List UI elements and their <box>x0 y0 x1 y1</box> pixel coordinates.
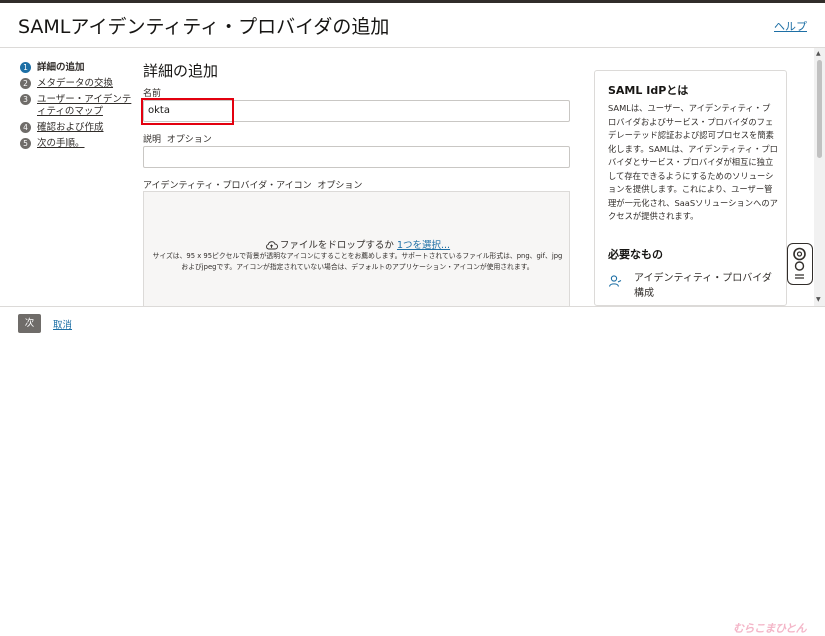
optional-tag: オプション <box>166 135 212 145</box>
description-label-text: 説明 <box>143 135 162 145</box>
step-navigator: 1 詳細の追加 2 メタデータの交換 3 ユーザー・アイデンティティのマップ 4… <box>20 62 135 154</box>
user-icon <box>608 274 622 293</box>
step-label: メタデータの交換 <box>37 78 114 89</box>
support-widget-icon[interactable] <box>787 243 813 285</box>
step-number: 3 <box>20 94 31 105</box>
scrollbar-thumb[interactable] <box>817 60 822 158</box>
description-input[interactable] <box>143 146 570 168</box>
step-label: ユーザー・アイデンティティのマップ <box>37 94 132 117</box>
step-review-create[interactable]: 4 確認および作成 <box>20 122 135 134</box>
step-label: 詳細の追加 <box>37 62 85 73</box>
page-header: SAMLアイデンティティ・プロバイダの追加 ヘルプ <box>0 3 825 48</box>
info-panel-title: SAML IdPとは <box>608 84 689 97</box>
info-panel-body: SAMLは、ユーザー、アイデンティティ・プロバイダおよびサービス・プロバイダのフ… <box>608 103 778 221</box>
drop-text: ファイルをドロップするか <box>279 240 394 251</box>
details-form: 詳細の追加 名前 okta 説明 オプション アイデンティティ・プロバイダ・アイ… <box>143 60 573 311</box>
drop-note: サイズは、95 x 95ピクセルで背景が透明なアイコンにすることをお薦めします。… <box>148 251 567 273</box>
step-number: 5 <box>20 138 31 149</box>
icon-label: アイデンティティ・プロバイダ・アイコン オプション <box>143 178 362 191</box>
footer-bar: 次 取消 むらこまひとん <box>0 306 825 635</box>
needs-item-text: アイデンティティ・プロバイダ構成 <box>634 273 772 299</box>
needs-title: 必要なもの <box>608 248 663 261</box>
annotation-highlight-box <box>141 98 234 125</box>
step-next-steps[interactable]: 5 次の手順。 <box>20 138 135 150</box>
section-heading: 詳細の追加 <box>143 62 219 80</box>
help-link[interactable]: ヘルプ <box>774 18 807 34</box>
step-number: 1 <box>20 62 31 73</box>
step-label: 次の手順。 <box>37 138 85 149</box>
description-label: 説明 オプション <box>143 132 212 145</box>
page-scrollbar[interactable]: ▲ ▼ <box>814 48 825 306</box>
icon-drop-zone[interactable]: ファイルをドロップするか 1つを選択... サイズは、95 x 95ピクセルで背… <box>143 191 570 311</box>
next-button[interactable]: 次 <box>18 314 41 333</box>
scroll-up-arrow-icon[interactable]: ▲ <box>816 50 821 57</box>
step-add-details[interactable]: 1 詳細の追加 <box>20 62 135 74</box>
icon-label-text: アイデンティティ・プロバイダ・アイコン <box>143 181 312 191</box>
watermark-logo: むらこまひとん <box>733 622 807 635</box>
scroll-down-arrow-icon[interactable]: ▼ <box>816 296 821 303</box>
step-number: 2 <box>20 78 31 89</box>
cancel-link[interactable]: 取消 <box>53 317 72 331</box>
select-file-link[interactable]: 1つを選択... <box>397 240 450 251</box>
step-label: 確認および作成 <box>37 122 104 133</box>
step-number: 4 <box>20 122 31 133</box>
step-map-user-identity[interactable]: 3 ユーザー・アイデンティティのマップ <box>20 94 135 118</box>
info-panel: SAML IdPとは SAMLは、ユーザー、アイデンティティ・プロバイダおよびサ… <box>594 70 787 306</box>
step-exchange-metadata[interactable]: 2 メタデータの交換 <box>20 78 135 90</box>
page-title: SAMLアイデンティティ・プロバイダの追加 <box>18 16 390 38</box>
drop-note-line-1: サイズは、95 x 95ピクセルで背景が透明なアイコンにすることをお薦めします。… <box>152 252 563 260</box>
optional-tag: オプション <box>317 181 363 191</box>
drop-note-line-2: およびjpegです。アイコンが指定されていない場合は、デフォルトのアプリケーショ… <box>181 263 534 271</box>
